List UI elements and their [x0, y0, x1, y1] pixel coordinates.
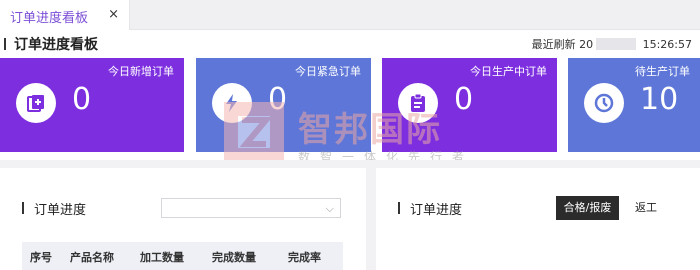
kpi-value: 0 — [268, 82, 288, 117]
clock-icon — [584, 83, 624, 123]
qualified-scrap-button[interactable]: 合格/报废 — [556, 196, 619, 220]
tab-bar: 订单进度看板 × — [0, 0, 700, 30]
panel-title: 订单进度 — [410, 203, 463, 218]
panel-title-accent — [398, 202, 400, 214]
panel-title: 订单进度 — [34, 203, 87, 218]
last-refresh: 最近刷新 20 15:26:57 — [532, 36, 692, 52]
table-header: 序号 产品名称 加工数量 完成数量 完成率 — [22, 242, 343, 270]
refresh-label: 最近刷新 — [531, 38, 576, 51]
refresh-date-prefix: 20 — [579, 38, 594, 51]
add-document-icon — [16, 83, 56, 123]
kpi-label: 今日生产中订单 — [470, 65, 547, 78]
kpi-label: 今日新增订单 — [108, 65, 174, 78]
kpi-card-in-production-orders: 今日生产中订单 0 — [382, 58, 557, 152]
kpi-label: 待生产订单 — [635, 65, 690, 78]
column-header-product-name: 产品名称 — [70, 251, 114, 264]
page-title: 订单进度看板 — [14, 37, 98, 53]
order-select[interactable]: ⌵ — [161, 198, 341, 218]
kpi-value: 0 — [454, 82, 474, 117]
section-divider — [0, 160, 700, 168]
column-header-completed-qty: 完成数量 — [212, 251, 256, 264]
kpi-card-urgent-orders: 今日紧急订单 0 — [196, 58, 371, 152]
refresh-time: 15:26:57 — [642, 38, 692, 51]
rework-button[interactable]: 返工 — [628, 196, 664, 220]
title-accent-bar — [4, 38, 6, 50]
lightning-icon — [212, 83, 252, 123]
page-header: 订单进度看板 最近刷新 20 15:26:57 — [0, 30, 700, 56]
tab-order-progress-board[interactable]: 订单进度看板 × — [0, 0, 130, 30]
panel-title-accent — [22, 202, 24, 214]
tab-close-icon[interactable]: × — [108, 7, 119, 22]
kpi-card-new-orders: 今日新增订单 0 — [0, 58, 184, 152]
panel-divider — [366, 168, 376, 270]
redacted-date — [596, 38, 637, 50]
column-header-completion-rate: 完成率 — [288, 251, 321, 264]
column-header-index: 序号 — [30, 251, 52, 264]
kpi-value: 10 — [640, 82, 679, 117]
tab-label: 订单进度看板 — [10, 11, 89, 26]
kpi-value: 0 — [72, 82, 92, 117]
chevron-down-icon: ⌵ — [325, 202, 334, 215]
clipboard-icon — [398, 83, 438, 123]
column-header-process-qty: 加工数量 — [140, 251, 184, 264]
kpi-label: 今日紧急订单 — [295, 65, 361, 78]
kpi-card-pending-orders: 待生产订单 10 — [568, 58, 700, 152]
